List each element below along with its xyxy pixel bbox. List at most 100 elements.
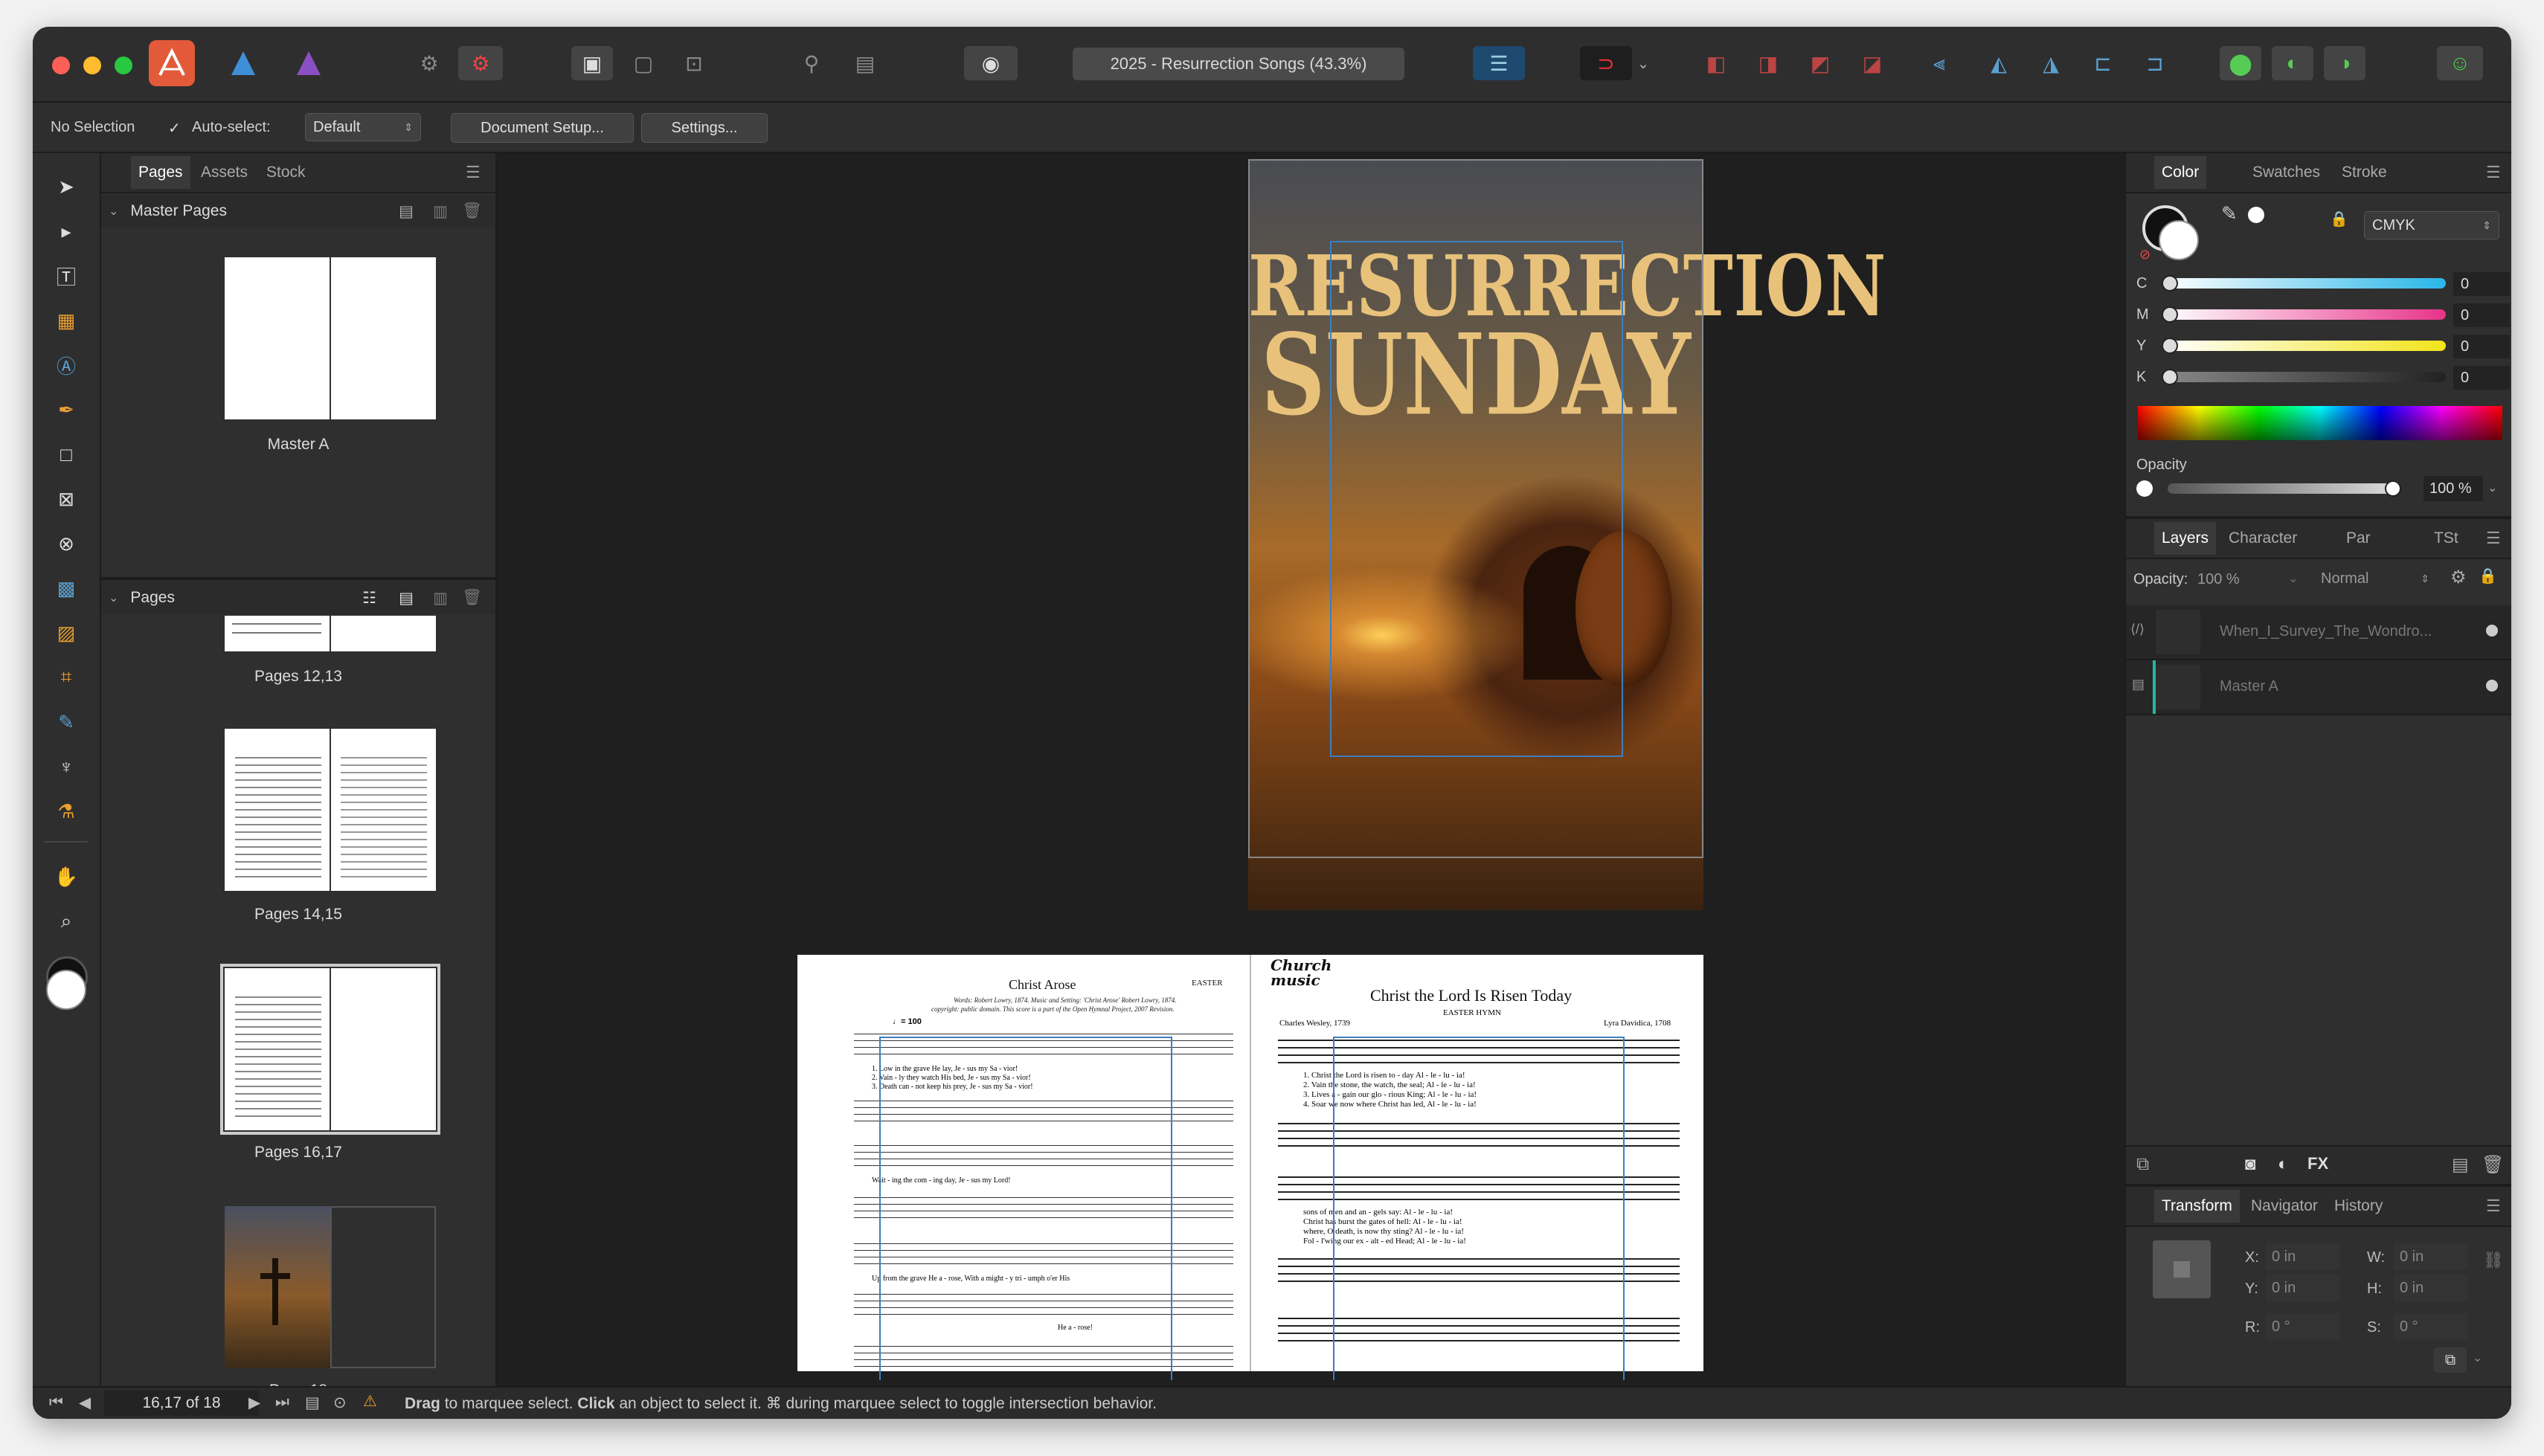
node-tool-icon[interactable]: ▸: [48, 213, 85, 250]
panel-menu-icon[interactable]: ☰: [2486, 522, 2501, 555]
layer-visibility-dot[interactable]: [2486, 625, 2498, 637]
hand-tool-icon[interactable]: ✋: [48, 858, 85, 895]
chevron-down-icon[interactable]: ⌄: [2487, 480, 2497, 495]
spread-16-17[interactable]: Christ Arose EASTER Words: Robert Lowry,…: [797, 955, 1703, 1380]
page-indicator[interactable]: 16,17 of 18: [104, 1391, 259, 1416]
flip-horizontal-icon[interactable]: ◭: [1982, 46, 2016, 80]
view-mode-bleed-icon[interactable]: ▢: [626, 46, 661, 80]
gear-icon[interactable]: ⚙: [2450, 567, 2467, 588]
preview-eye-icon[interactable]: ⊙: [333, 1394, 347, 1412]
height-field[interactable]: 0 in: [2394, 1275, 2468, 1301]
panel-menu-icon[interactable]: ☰: [2486, 156, 2501, 189]
anchor-point-selector[interactable]: [2153, 1240, 2211, 1298]
y-field[interactable]: 0 in: [2266, 1275, 2340, 1301]
arrange-backward-icon[interactable]: ◨: [1751, 46, 1785, 80]
hide-icon[interactable]: ◉: [964, 46, 1018, 80]
layer-options-icon[interactable]: ⧉: [2136, 1154, 2149, 1175]
rotation-field[interactable]: 0 °: [2266, 1313, 2340, 1340]
document-canvas[interactable]: RESURRECTION SUNDAY Christ Arose EASTER …: [497, 153, 2124, 1388]
arrange-back-icon[interactable]: ◧: [1699, 46, 1733, 80]
first-page-icon[interactable]: ⏮: [49, 1394, 63, 1411]
panel-menu-icon[interactable]: ☰: [2486, 1190, 2501, 1223]
artistic-text-tool-icon[interactable]: Ⓐ: [48, 347, 85, 384]
opacity-slider[interactable]: [2168, 480, 2401, 497]
next-page-icon[interactable]: ▶: [248, 1394, 260, 1412]
snapping-magnet-icon[interactable]: ⊃: [1580, 46, 1632, 80]
magenta-value[interactable]: 0: [2453, 303, 2510, 327]
last-page-icon[interactable]: ⏭: [275, 1394, 289, 1411]
close-window-button[interactable]: [52, 57, 70, 74]
magenta-slider[interactable]: [2162, 306, 2446, 323]
table-tool-icon[interactable]: ▦: [48, 302, 85, 339]
trash-icon[interactable]: 🗑: [462, 589, 482, 607]
tab-color[interactable]: Color: [2154, 156, 2207, 189]
pin-icon[interactable]: ⚲: [794, 46, 829, 80]
no-color-icon[interactable]: ⊘: [2139, 247, 2150, 262]
add-page-icon[interactable]: ▤: [399, 589, 414, 608]
panel-menu-icon[interactable]: ☰: [466, 156, 481, 189]
color-spectrum[interactable]: [2138, 406, 2502, 440]
minimize-window-button[interactable]: [83, 57, 101, 74]
tab-layers[interactable]: Layers: [2154, 522, 2217, 555]
frame-text-tool-icon[interactable]: 🅃: [48, 257, 85, 294]
lock-icon[interactable]: 🔒: [2330, 210, 2348, 228]
pen-tool-icon[interactable]: ✒: [48, 391, 85, 428]
master-pages-header[interactable]: ⌄ Master Pages ▤ ▥ 🗑: [101, 195, 495, 228]
rotate-right-icon[interactable]: ⊐: [2138, 46, 2172, 80]
shear-field[interactable]: 0 °: [2394, 1313, 2468, 1340]
pages-12-13-thumbnail[interactable]: [225, 616, 436, 651]
opacity-value[interactable]: 100 %: [2423, 476, 2483, 501]
gear-icon[interactable]: ⚙: [412, 46, 446, 80]
cyan-slider[interactable]: [2162, 275, 2446, 291]
zoom-tool-icon[interactable]: ⌕: [48, 903, 85, 940]
eyedropper-icon[interactable]: ✎: [2221, 202, 2238, 225]
flip-vertical-icon[interactable]: ◮: [2034, 46, 2068, 80]
master-a-thumbnail[interactable]: [225, 257, 436, 419]
fx-icon[interactable]: FX: [2307, 1154, 2328, 1173]
page-18-thumbnail[interactable]: [225, 1206, 330, 1368]
previous-page-icon[interactable]: ◀: [79, 1394, 91, 1412]
tab-assets[interactable]: Assets: [201, 156, 248, 189]
insert-pages-icon[interactable]: ☷: [362, 589, 376, 608]
lock-icon[interactable]: 🔒: [2479, 567, 2497, 585]
crop-tool-icon[interactable]: ⌗: [48, 659, 85, 696]
geometry-add-icon[interactable]: ⬤: [2220, 46, 2261, 80]
tab-text-styles[interactable]: TSt: [2434, 522, 2458, 555]
arrange-front-icon[interactable]: ◪: [1855, 46, 1889, 80]
layer-row[interactable]: ⟨/⟩ When_I_Survey_The_Wondro...: [2126, 605, 2511, 660]
yellow-slider[interactable]: [2162, 338, 2446, 354]
rotate-left-icon[interactable]: ⊏: [2086, 46, 2120, 80]
photo-persona-icon[interactable]: [286, 40, 332, 86]
adjustment-icon[interactable]: ◐: [2278, 1154, 2289, 1175]
tab-paragraph[interactable]: Par: [2346, 522, 2371, 555]
tab-swatches[interactable]: Swatches: [2252, 156, 2320, 189]
link-icon[interactable]: ⛓: [2483, 1251, 2504, 1270]
arrange-forward-icon[interactable]: ◩: [1803, 46, 1837, 80]
move-tool-icon[interactable]: ➤: [48, 168, 85, 205]
tab-transform[interactable]: Transform: [2154, 1190, 2240, 1223]
layer-row[interactable]: ▤ Master A: [2126, 660, 2511, 715]
preflight-icon[interactable]: ⚙: [458, 46, 503, 80]
blend-mode-dropdown[interactable]: Normal ⇕: [2291, 565, 2437, 592]
picked-color-swatch[interactable]: [2248, 207, 2264, 223]
transform-origin-icon[interactable]: ⧉: [2434, 1347, 2467, 1373]
tab-character[interactable]: Character: [2229, 522, 2297, 555]
tab-history[interactable]: History: [2334, 1190, 2383, 1223]
chevron-down-icon[interactable]: ⌄: [2473, 1350, 2482, 1365]
spread-view-icon[interactable]: ▤: [305, 1394, 320, 1412]
tab-pages[interactable]: Pages: [131, 156, 190, 189]
user-account-icon[interactable]: ☺: [2437, 46, 2483, 80]
fill-tool-icon[interactable]: ✎: [48, 703, 85, 741]
align-icon[interactable]: ⫷: [1922, 46, 1956, 80]
black-slider[interactable]: [2162, 369, 2446, 385]
document-setup-button[interactable]: Document Setup...: [451, 113, 634, 143]
auto-select-checkbox[interactable]: ✓: [168, 119, 181, 138]
black-value[interactable]: 0: [2453, 366, 2510, 390]
trash-icon[interactable]: 🗑: [2482, 1154, 2504, 1176]
text-wrap-icon[interactable]: ☰: [1473, 46, 1525, 80]
color-picker-tool-icon[interactable]: ⚗: [48, 793, 85, 830]
view-mode-normal-icon[interactable]: ▣: [571, 46, 613, 80]
designer-persona-icon[interactable]: [220, 40, 266, 86]
pages-16-17-thumbnail[interactable]: [220, 964, 440, 1135]
geometry-subtract-icon[interactable]: ◐: [2272, 46, 2313, 80]
